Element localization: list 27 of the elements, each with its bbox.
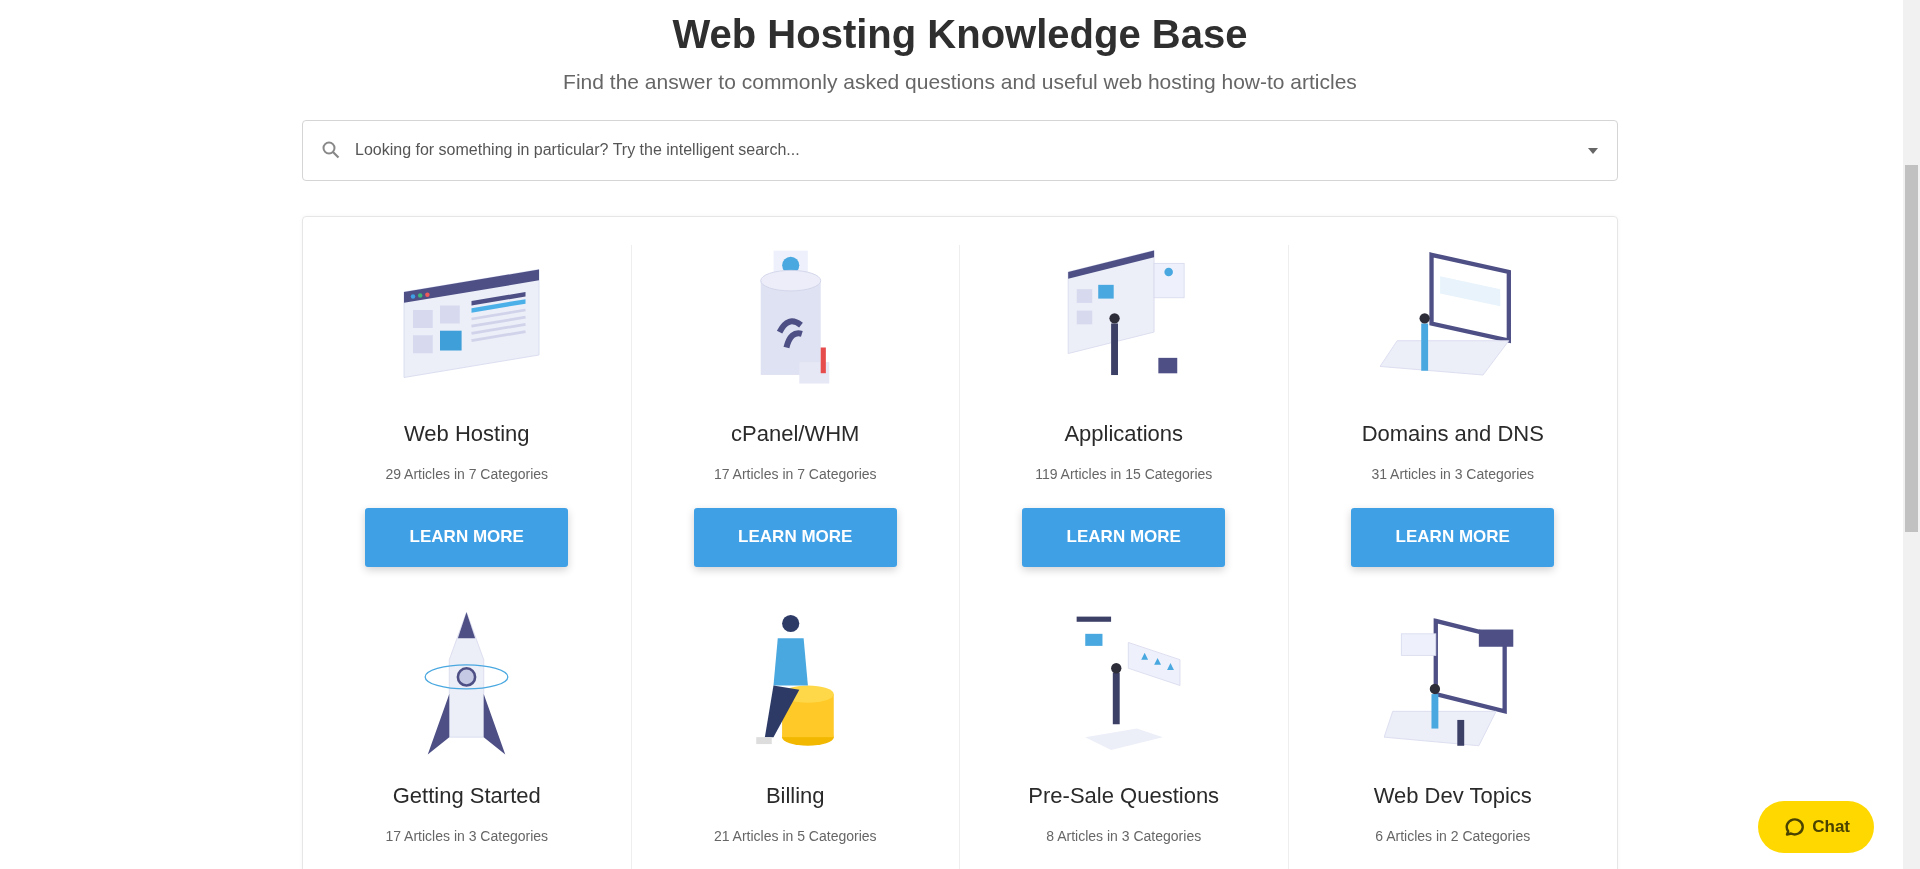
learn-more-button[interactable]: LEARN MORE — [365, 507, 569, 567]
topic-title: Domains and DNS — [1361, 419, 1544, 448]
learn-more-button[interactable]: LEARN MORE — [693, 507, 897, 567]
article-count: 31 Articles in 3 Categories — [1371, 464, 1535, 484]
page-title: Web Hosting Knowledge Base — [671, 11, 1249, 58]
article-count: 29 Articles in 7 Categories — [385, 464, 549, 484]
learn-more-button[interactable]: LEARN MORE — [1022, 507, 1226, 567]
topic-title: Web Hosting — [403, 419, 530, 448]
article-count: 119 Articles in 15 Categories — [1035, 464, 1213, 484]
topic-title: Billing — [765, 781, 825, 810]
chat-button[interactable]: Chat — [1758, 801, 1874, 853]
learn-more-button[interactable]: LEARN MORE — [1351, 507, 1555, 567]
topic-title: Web Dev Topics — [1373, 781, 1532, 810]
topic-title: Pre-Sale Questions — [1028, 781, 1220, 810]
caret-icon — [1588, 147, 1598, 154]
article-count: 17 Articles in 7 Categories — [713, 464, 877, 484]
search-icon — [322, 140, 340, 159]
topic-title: Getting Started — [392, 781, 541, 810]
article-count: 6 Articles in 2 Categories — [1375, 826, 1531, 846]
article-count: 17 Articles in 3 Categories — [385, 826, 549, 846]
page-subtitle: Find the answer to commonly asked questions and useful web hosting how-to articles — [562, 69, 1358, 95]
article-count: 8 Articles in 3 Categories — [1046, 826, 1202, 846]
scrollbar-thumb[interactable] — [1905, 165, 1918, 532]
search-field[interactable]: Looking for something in particular? Try the intelligent search... — [302, 119, 1618, 181]
topic-title: Applications — [1064, 419, 1184, 448]
article-count: 21 Articles in 5 Categories — [713, 826, 877, 846]
topic-title: cPanel/WHM — [731, 419, 860, 448]
